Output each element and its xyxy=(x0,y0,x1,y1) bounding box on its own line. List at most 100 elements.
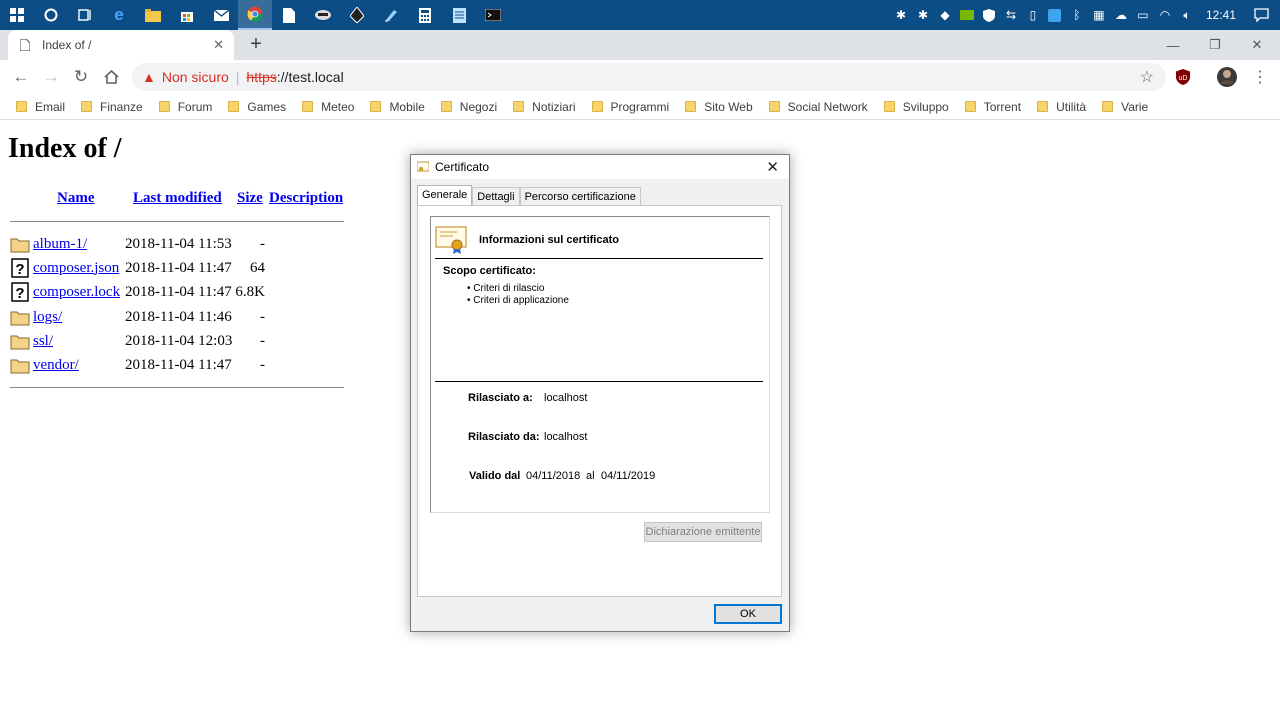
folder-icon xyxy=(591,101,603,112)
tab-generale[interactable]: Generale xyxy=(417,185,473,206)
divider-top xyxy=(10,221,344,222)
clock[interactable]: 12:41 xyxy=(1198,8,1246,22)
folder-icon xyxy=(964,101,976,112)
restore-icon[interactable]: ❐ xyxy=(1194,30,1236,60)
file-link[interactable]: composer.json xyxy=(33,260,124,277)
warning-icon[interactable]: ▲ xyxy=(142,69,156,85)
calculator-icon[interactable] xyxy=(408,0,442,30)
unknown-file-icon: ? xyxy=(10,282,30,302)
folder-icon xyxy=(228,101,240,112)
notepad-icon[interactable] xyxy=(442,0,476,30)
game-app-icon[interactable] xyxy=(306,0,340,30)
file-link[interactable]: album-1/ xyxy=(33,236,124,253)
tab-percorso-certificazione[interactable]: Percorso certificazione xyxy=(519,187,641,206)
bookmark-label: Sviluppo xyxy=(902,99,949,114)
volume-icon[interactable]: 🔈︎ xyxy=(1176,0,1198,30)
bookmark-folder[interactable]: Social Network xyxy=(768,99,868,114)
document-icon[interactable] xyxy=(272,0,306,30)
ublock-extension-icon[interactable]: uD xyxy=(1174,65,1192,89)
store-icon[interactable] xyxy=(170,0,204,30)
file-link[interactable]: vendor/ xyxy=(33,357,124,374)
tab-panel: Informazioni sul certificato Scopo certi… xyxy=(417,205,782,597)
mail-icon[interactable] xyxy=(204,0,238,30)
bookmark-folder[interactable]: Negozi xyxy=(440,100,497,114)
bookmark-label: Social Network xyxy=(787,99,868,114)
file-link[interactable]: logs/ xyxy=(33,309,124,326)
column-header-size[interactable]: Size xyxy=(237,190,263,207)
valid-to-label: al xyxy=(586,470,595,482)
dialog-titlebar[interactable]: Certificato ✕ xyxy=(411,155,789,179)
bookmark-folder[interactable]: Programmi xyxy=(591,100,669,114)
tray-sync-icon[interactable]: ⇆ xyxy=(1000,0,1022,30)
minimize-icon[interactable]: — xyxy=(1152,30,1194,60)
tray-app1-icon[interactable]: ✱ xyxy=(890,0,912,30)
bookmark-folder[interactable]: Meteo xyxy=(302,100,354,114)
tray-app4-icon[interactable] xyxy=(1044,0,1066,30)
edge-icon[interactable]: e xyxy=(102,0,136,30)
bookmark-folder[interactable]: Torrent xyxy=(964,100,1021,114)
onedrive-icon[interactable]: ☁ xyxy=(1110,0,1132,30)
chrome-menu-icon[interactable]: ⋮ xyxy=(1252,65,1268,89)
reload-icon[interactable]: ↻ xyxy=(66,62,96,92)
bookmark-star-icon[interactable]: ☆ xyxy=(1140,67,1154,87)
bookmarks-bar: Email Finanze Forum Games Meteo Mobile N… xyxy=(0,94,1280,120)
bookmark-folder[interactable]: Varie xyxy=(1102,100,1148,114)
tray-app3-icon[interactable]: ◆ xyxy=(934,0,956,30)
notification-center-icon[interactable] xyxy=(1246,0,1276,30)
bookmark-folder[interactable]: Forum xyxy=(158,100,212,114)
wifi-icon[interactable]: ◠ xyxy=(1154,0,1176,30)
browser-tab[interactable]: Index of / ✕ xyxy=(8,30,234,60)
nvidia-icon[interactable] xyxy=(956,0,978,30)
terminal-icon[interactable] xyxy=(476,0,510,30)
new-tab-icon[interactable]: + xyxy=(244,33,268,56)
windows-start-icon[interactable] xyxy=(0,0,34,30)
column-header-description[interactable]: Description xyxy=(269,190,343,207)
folder-icon xyxy=(10,234,30,254)
bookmark-folder[interactable]: Notiziari xyxy=(513,100,576,114)
certificate-dialog: Certificato ✕ Generale Dettagli Percorso… xyxy=(410,154,790,632)
file-explorer-icon[interactable] xyxy=(136,0,170,30)
window-close-icon[interactable]: ✕ xyxy=(1236,30,1278,60)
battery-icon[interactable]: ▭ xyxy=(1132,0,1154,30)
inkscape-icon[interactable] xyxy=(340,0,374,30)
bookmark-folder[interactable]: Finanze xyxy=(81,100,143,114)
file-link[interactable]: ssl/ xyxy=(33,333,124,350)
home-icon[interactable] xyxy=(96,62,126,92)
back-arrow-icon[interactable]: ← xyxy=(6,62,36,92)
usb-icon[interactable]: ▯ xyxy=(1022,0,1044,30)
bookmark-folder[interactable]: Sito Web xyxy=(685,100,753,114)
bluetooth-icon[interactable]: ᛒ xyxy=(1066,0,1088,30)
bookmark-folder[interactable]: Games xyxy=(228,100,286,114)
certificate-large-icon xyxy=(435,225,467,255)
bookmark-folder[interactable]: Sviluppo xyxy=(883,99,949,114)
app-blue-icon[interactable] xyxy=(374,0,408,30)
address-bar[interactable]: ▲ Non sicuro | https://test.local ☆ xyxy=(132,63,1166,91)
bookmark-label: Varie xyxy=(1121,99,1149,114)
shield-icon[interactable] xyxy=(978,0,1000,30)
column-header-name[interactable]: Name xyxy=(57,190,95,207)
bookmark-label: Email xyxy=(35,99,66,114)
chrome-taskbar-icon[interactable] xyxy=(238,0,272,30)
profile-avatar[interactable] xyxy=(1216,65,1238,89)
bookmark-folder[interactable]: Utilità xyxy=(1037,100,1086,114)
issuer-statement-button[interactable]: Dichiarazione emittente xyxy=(644,522,762,542)
file-size: 64 xyxy=(250,259,265,276)
tab-close-icon[interactable]: ✕ xyxy=(213,37,224,53)
bookmark-folder[interactable]: Mobile xyxy=(370,100,425,114)
ok-button[interactable]: OK xyxy=(714,604,782,624)
cert-separator xyxy=(435,258,763,259)
file-date: 2018-11-04 11:47 xyxy=(125,259,232,276)
dialog-close-icon[interactable]: ✕ xyxy=(766,158,779,176)
column-header-last-modified[interactable]: Last modified xyxy=(133,190,222,207)
security-status[interactable]: Non sicuro xyxy=(162,69,229,85)
task-view-icon[interactable] xyxy=(68,0,102,30)
keyboard-icon[interactable]: ▦ xyxy=(1088,0,1110,30)
tab-dettagli[interactable]: Dettagli xyxy=(472,187,520,206)
tray-app2-icon[interactable]: ✱ xyxy=(912,0,934,30)
valid-to-value: 04/11/2019 xyxy=(601,470,656,482)
svg-text:uD: uD xyxy=(1179,75,1188,82)
cortana-icon[interactable] xyxy=(34,0,68,30)
bookmark-folder[interactable]: Email xyxy=(16,100,65,114)
forward-arrow-icon[interactable]: → xyxy=(36,62,66,92)
file-link[interactable]: composer.lock xyxy=(33,284,124,301)
